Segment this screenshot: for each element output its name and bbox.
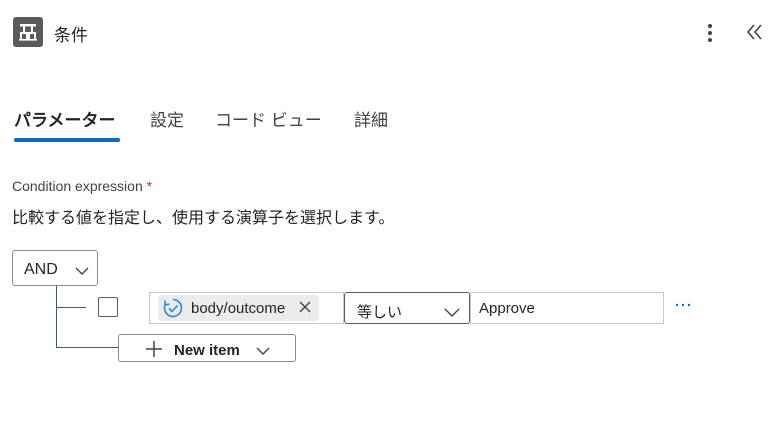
operator-value: 等しい bbox=[357, 304, 403, 321]
tree-connector bbox=[56, 286, 57, 348]
more-horizontal-icon[interactable] bbox=[674, 298, 692, 312]
group-operator-dropdown[interactable]: AND bbox=[12, 250, 98, 286]
tab-code-view[interactable]: コード ビュー bbox=[215, 106, 322, 131]
left-operand-field[interactable]: body/outcome bbox=[149, 292, 344, 324]
more-vertical-icon[interactable] bbox=[700, 20, 720, 46]
right-operand-input[interactable] bbox=[470, 292, 664, 324]
panel-title: 条件 bbox=[54, 26, 88, 45]
chevron-down-icon bbox=[444, 304, 460, 322]
new-item-label: New item bbox=[174, 342, 240, 359]
tab-details[interactable]: 詳細 bbox=[354, 106, 388, 131]
group-operator-value: AND bbox=[24, 261, 58, 278]
tab-settings[interactable]: 設定 bbox=[150, 106, 184, 131]
required-marker: * bbox=[146, 178, 153, 194]
tree-branch bbox=[56, 307, 86, 308]
active-tab-indicator bbox=[14, 138, 120, 142]
chevron-down-icon bbox=[75, 263, 89, 281]
row-select-checkbox[interactable] bbox=[98, 297, 118, 317]
tree-branch bbox=[56, 347, 118, 348]
tab-parameters[interactable]: パラメーター bbox=[14, 106, 116, 131]
dynamic-content-token[interactable]: body/outcome bbox=[158, 295, 319, 321]
token-label: body/outcome bbox=[191, 300, 286, 317]
operator-dropdown[interactable]: 等しい bbox=[344, 292, 470, 324]
chevron-down-icon bbox=[256, 343, 270, 361]
new-item-button[interactable]: New item bbox=[118, 334, 296, 362]
plus-icon bbox=[145, 340, 163, 363]
close-icon[interactable] bbox=[298, 300, 312, 314]
condition-label-text: Condition expression bbox=[12, 178, 143, 194]
double-chevron-left-icon[interactable] bbox=[744, 20, 766, 44]
approval-icon bbox=[162, 297, 184, 324]
condition-description: 比較する値を指定し、使用する演算子を選択します。 bbox=[12, 210, 395, 227]
condition-icon bbox=[13, 17, 43, 47]
condition-expression-label: Condition expression * bbox=[12, 178, 152, 194]
